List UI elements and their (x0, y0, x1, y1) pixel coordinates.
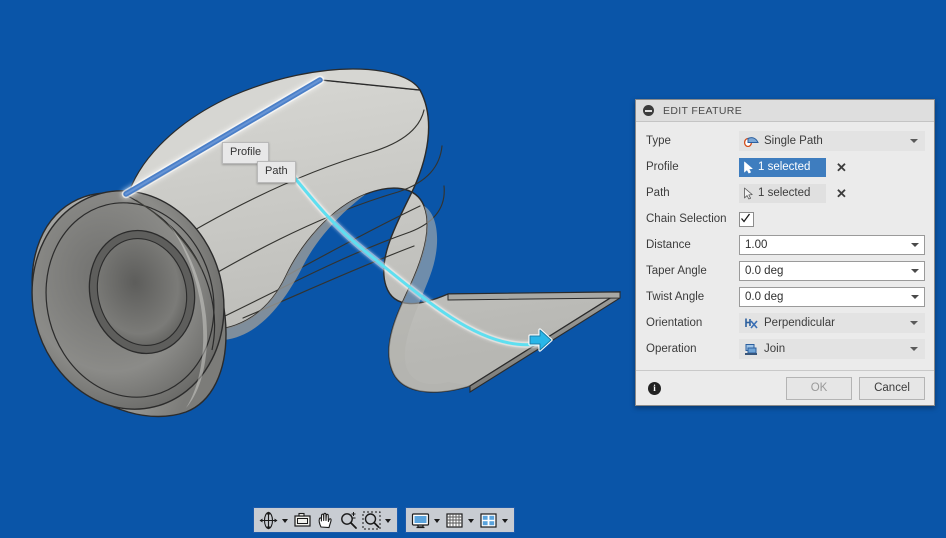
orbit-dropdown-caret-icon[interactable] (282, 519, 288, 523)
distance-input[interactable]: 1.00 (739, 235, 925, 255)
zoom-window-icon[interactable] (360, 509, 383, 531)
single-path-icon (744, 135, 759, 147)
edit-feature-dialog[interactable]: EDIT FEATURE Type Single Path Profile 1 (635, 99, 935, 406)
grid-snaps-icon[interactable] (443, 509, 466, 531)
orbit-icon[interactable] (257, 509, 280, 531)
join-icon (744, 343, 759, 356)
dialog-body: Type Single Path Profile 1 selected ✕ (636, 122, 934, 370)
collapse-minus-icon[interactable] (643, 105, 654, 116)
navigation-group[interactable] (253, 507, 398, 533)
label-twist-angle: Twist Angle (646, 291, 739, 303)
row-profile: Profile 1 selected ✕ (636, 154, 934, 180)
row-operation: Operation Join (636, 336, 934, 362)
bottom-navigation-toolbar[interactable] (253, 507, 515, 533)
profile-select-button[interactable]: 1 selected (739, 158, 826, 177)
orientation-value: Perpendicular (764, 317, 835, 329)
path-select-button[interactable]: 1 selected (739, 184, 826, 203)
row-twist-angle: Twist Angle 0.0 deg (636, 284, 934, 310)
path-tooltip: Path (257, 161, 296, 183)
distance-value: 1.00 (745, 239, 767, 251)
grid-snaps-dropdown-caret-icon[interactable] (468, 519, 474, 523)
viewports-dropdown-caret-icon[interactable] (502, 519, 508, 523)
cursor-arrow-icon (743, 161, 754, 174)
row-distance: Distance 1.00 (636, 232, 934, 258)
display-settings-dropdown-caret-icon[interactable] (434, 519, 440, 523)
twist-angle-input[interactable]: 0.0 deg (739, 287, 925, 307)
swept-solid-model (9, 69, 620, 430)
row-taper-angle: Taper Angle 0.0 deg (636, 258, 934, 284)
label-distance: Distance (646, 239, 739, 251)
display-group[interactable] (405, 507, 515, 533)
taper-angle-input[interactable]: 0.0 deg (739, 261, 925, 281)
operation-value: Join (764, 343, 785, 355)
label-chain-selection: Chain Selection (646, 213, 739, 225)
operation-combo[interactable]: Join (739, 339, 925, 359)
row-orientation: Orientation Perpendicular (636, 310, 934, 336)
info-icon[interactable]: i (648, 382, 661, 395)
row-chain-selection: Chain Selection (636, 206, 934, 232)
twist-angle-value: 0.0 deg (745, 291, 783, 303)
row-type: Type Single Path (636, 128, 934, 154)
label-taper-angle: Taper Angle (646, 265, 739, 277)
dialog-footer: i OK Cancel (636, 370, 934, 405)
chain-selection-checkbox[interactable] (739, 212, 754, 227)
checkmark-icon (740, 213, 751, 224)
viewports-icon[interactable] (477, 509, 500, 531)
zoom-window-dropdown-caret-icon[interactable] (385, 519, 391, 523)
zoom-icon[interactable] (337, 509, 360, 531)
chevron-down-icon[interactable] (911, 269, 919, 273)
pan-icon[interactable] (314, 509, 337, 531)
label-orientation: Orientation (646, 317, 739, 329)
label-profile: Profile (646, 161, 739, 173)
sheet-right-tip-thickness (448, 292, 620, 300)
chevron-down-icon[interactable] (910, 347, 918, 351)
label-path: Path (646, 187, 739, 199)
chevron-down-icon[interactable] (911, 243, 919, 247)
profile-select-value: 1 selected (758, 161, 810, 173)
look-at-icon[interactable] (291, 509, 314, 531)
chevron-down-icon[interactable] (910, 321, 918, 325)
path-select-value: 1 selected (758, 187, 810, 199)
type-value: Single Path (764, 135, 823, 147)
display-settings-icon[interactable] (409, 509, 432, 531)
label-operation: Operation (646, 343, 739, 355)
cursor-arrow-icon (743, 187, 754, 200)
dialog-titlebar[interactable]: EDIT FEATURE (636, 100, 934, 122)
cancel-button[interactable]: Cancel (859, 377, 925, 400)
label-type: Type (646, 135, 739, 147)
taper-angle-value: 0.0 deg (745, 265, 783, 277)
row-path: Path 1 selected ✕ (636, 180, 934, 206)
profile-clear-icon[interactable]: ✕ (836, 161, 847, 174)
perpendicular-icon (744, 317, 759, 330)
orientation-combo[interactable]: Perpendicular (739, 313, 925, 333)
chevron-down-icon[interactable] (911, 295, 919, 299)
path-clear-icon[interactable]: ✕ (836, 187, 847, 200)
chevron-down-icon[interactable] (910, 139, 918, 143)
ok-button[interactable]: OK (786, 377, 852, 400)
type-combo[interactable]: Single Path (739, 131, 925, 151)
dialog-title: EDIT FEATURE (663, 105, 742, 117)
